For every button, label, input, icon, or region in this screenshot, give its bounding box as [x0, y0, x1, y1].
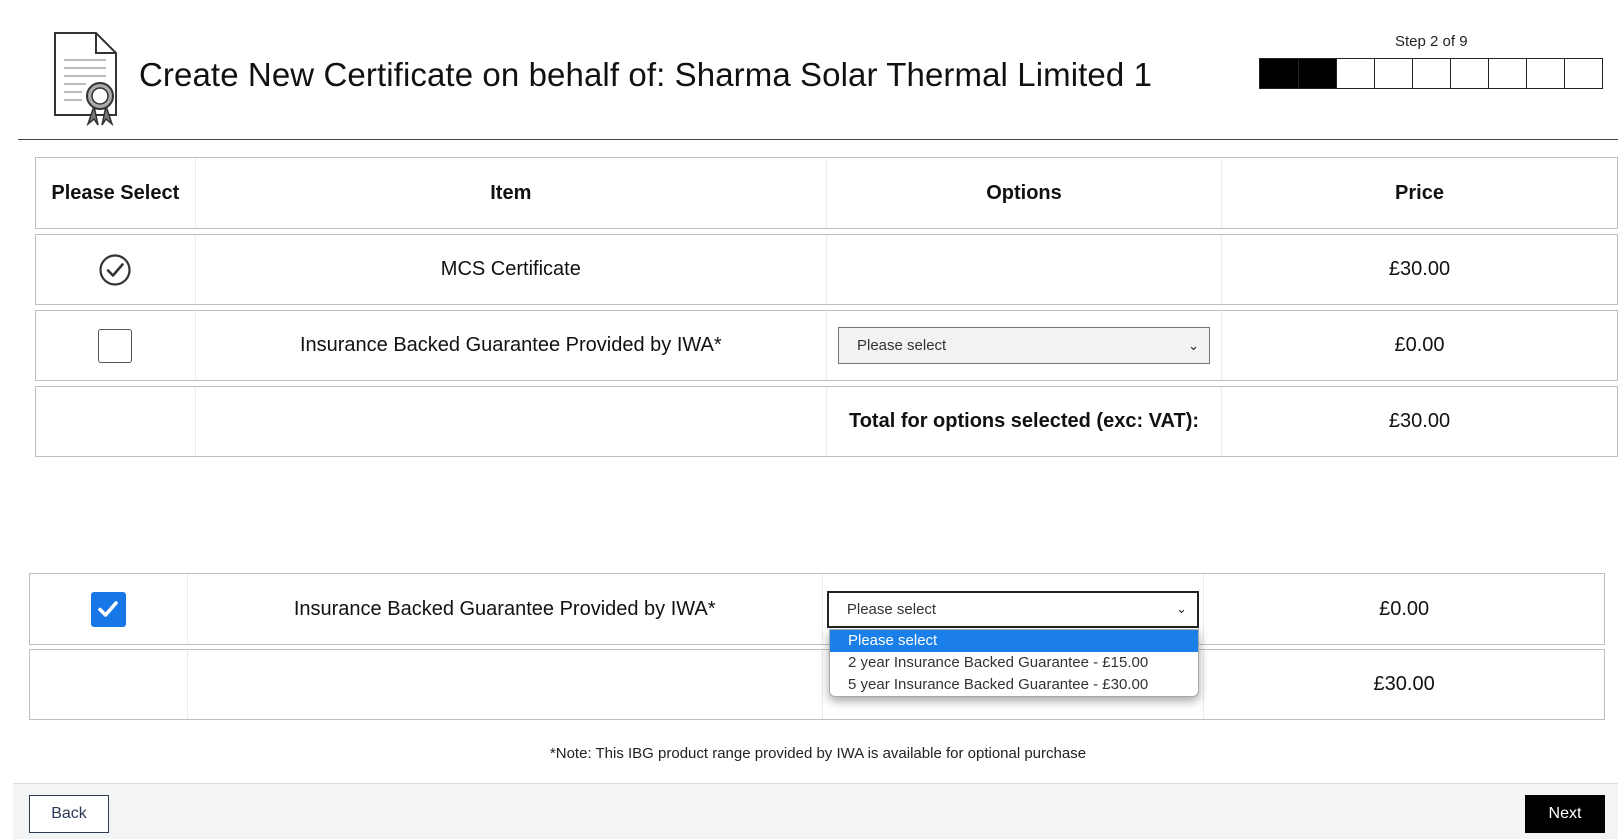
progress-segment	[1336, 59, 1374, 88]
dropdown-option[interactable]: 5 year Insurance Backed Guarantee - £30.…	[830, 674, 1198, 696]
item-price: £0.00	[1394, 334, 1445, 356]
ibg-option-dropdown[interactable]: Please select 2 year Insurance Backed Gua…	[829, 629, 1199, 697]
total-row: £30.00	[29, 649, 1605, 720]
item-name: Insurance Backed Guarantee Provided by I…	[196, 311, 827, 380]
select-value: Please select	[857, 337, 947, 354]
table-row: Insurance Backed Guarantee Provided by I…	[35, 310, 1618, 381]
options-cell: Please select ⌄	[827, 311, 1222, 380]
checkmark-icon	[98, 601, 119, 617]
total-label: Total for options selected (exc: VAT):	[827, 387, 1222, 456]
table-row: MCS Certificate £30.00	[35, 234, 1618, 305]
certificate-icon	[54, 32, 117, 126]
column-header-options: Options	[827, 158, 1222, 228]
ibg-option-select-open[interactable]: Please select ⌄	[826, 590, 1199, 628]
progress-segment	[1412, 59, 1450, 88]
back-button[interactable]: Back	[29, 795, 109, 833]
page-title: Create New Certificate on behalf of: Sha…	[139, 56, 1153, 93]
total-price: £30.00	[1388, 410, 1451, 432]
total-row: Total for options selected (exc: VAT): £…	[35, 386, 1618, 457]
select-cell	[36, 235, 196, 304]
progress-segment	[1298, 59, 1336, 88]
progress-segment	[1374, 59, 1412, 88]
ibg-option-select[interactable]: Please select ⌄	[838, 327, 1210, 364]
select-value: Please select	[846, 600, 937, 618]
item-price: £30.00	[1388, 258, 1451, 280]
progress-segment	[1260, 59, 1298, 88]
ibg-checkbox-checked[interactable]	[90, 591, 126, 627]
item-name: Insurance Backed Guarantee Provided by I…	[188, 574, 823, 644]
ibg-note: *Note: This IBG product range provided b…	[549, 745, 1087, 762]
step-indicator: Step 2 of 9	[1395, 33, 1468, 50]
progress-segment	[1450, 59, 1488, 88]
column-header-select: Please Select	[36, 158, 196, 228]
ibg-checkbox[interactable]	[98, 328, 133, 363]
table-header-row: Please Select Item Options Price	[35, 157, 1618, 229]
progress-segment	[1564, 59, 1602, 88]
dropdown-option[interactable]: 2 year Insurance Backed Guarantee - £15.…	[830, 652, 1198, 674]
progress-segment	[1488, 59, 1526, 88]
column-header-item: Item	[196, 158, 827, 228]
check-circle-icon[interactable]	[99, 253, 131, 286]
select-cell	[36, 311, 196, 380]
chevron-down-icon: ⌄	[1188, 337, 1199, 353]
progress-segment	[1526, 59, 1564, 88]
step-progress-bar	[1259, 58, 1603, 89]
chevron-down-icon: ⌄	[1175, 601, 1187, 616]
select-cell	[30, 574, 188, 644]
options-cell	[827, 235, 1222, 304]
header-divider	[18, 139, 1618, 140]
page-header: Create New Certificate on behalf of: Sha…	[0, 0, 1618, 140]
column-header-price: Price	[1395, 181, 1444, 204]
item-name: MCS Certificate	[196, 235, 827, 304]
item-price: £0.00	[1379, 597, 1430, 620]
total-price: £30.00	[1373, 673, 1435, 695]
ibg-row: Insurance Backed Guarantee Provided by I…	[29, 573, 1605, 645]
dropdown-option[interactable]: Please select	[830, 630, 1198, 652]
footer-bar	[13, 783, 1618, 839]
next-button[interactable]: Next	[1525, 795, 1605, 833]
